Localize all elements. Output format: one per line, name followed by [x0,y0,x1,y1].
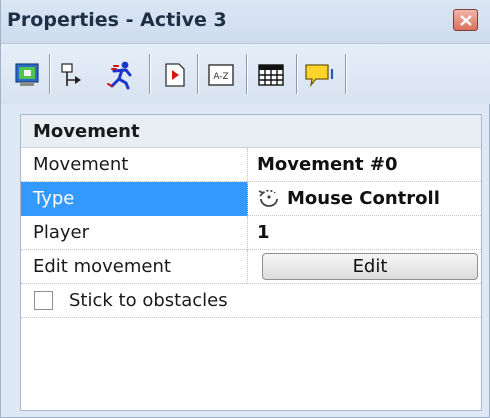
toolbar-separator [296,54,297,94]
toolbar-separator [197,54,198,94]
property-value-type-text: Mouse Controll [287,188,440,209]
property-value[interactable]: 1 [248,216,481,250]
property-value-type[interactable]: Mouse Controll [248,182,481,216]
movement-path-button[interactable] [56,58,90,92]
close-icon [460,15,472,26]
section-header-movement[interactable]: Movement [21,115,481,148]
property-value: Edit [248,250,481,284]
property-label: Player [21,216,248,250]
running-man-icon [107,61,132,90]
display-properties-button[interactable] [10,58,44,92]
about-button[interactable]: A-Z [204,58,238,92]
movement-properties-button[interactable] [104,58,138,92]
display-icon [15,63,39,86]
stick-to-obstacles-checkbox[interactable] [34,291,53,310]
properties-window: Properties - Active 3 A-Z Movement Movem… [0,0,490,418]
grid-icon [258,64,284,86]
svg-text:A-Z: A-Z [213,72,228,82]
property-grid: Movement Movement Movement #0 Type Mouse… [20,114,482,411]
property-row-player[interactable]: Player 1 [21,216,481,250]
toolbar-separator [345,54,346,94]
close-button[interactable] [453,9,478,31]
events-icon [165,63,185,87]
toolbar-separator [49,54,50,94]
title-bar[interactable]: Properties - Active 3 [1,0,490,44]
edit-movement-button[interactable]: Edit [262,253,478,280]
mouse-controlled-icon [258,189,278,207]
toolbar-separator [246,54,247,94]
toolbar: A-Z [1,44,490,104]
window-title: Properties - Active 3 [7,9,227,31]
comment-button[interactable] [303,58,337,92]
property-label: Movement [21,148,248,182]
comment-icon [305,64,334,88]
property-row-type[interactable]: Type Mouse Controll [21,182,481,216]
checkbox-label: Stick to obstacles [69,290,228,311]
property-label: Edit movement [21,250,248,284]
property-label: Type [21,182,248,216]
movement-path-icon [61,63,81,86]
runtime-options-button[interactable] [158,58,192,92]
property-row-stick-to-obstacles[interactable]: Stick to obstacles [21,284,481,318]
property-value[interactable]: Movement #0 [248,148,481,182]
about-az-icon: A-Z [208,64,234,86]
property-row-edit-movement[interactable]: Edit movement Edit [21,250,481,284]
toolbar-separator [149,54,150,94]
values-button[interactable] [254,58,288,92]
property-row-movement[interactable]: Movement Movement #0 [21,148,481,182]
